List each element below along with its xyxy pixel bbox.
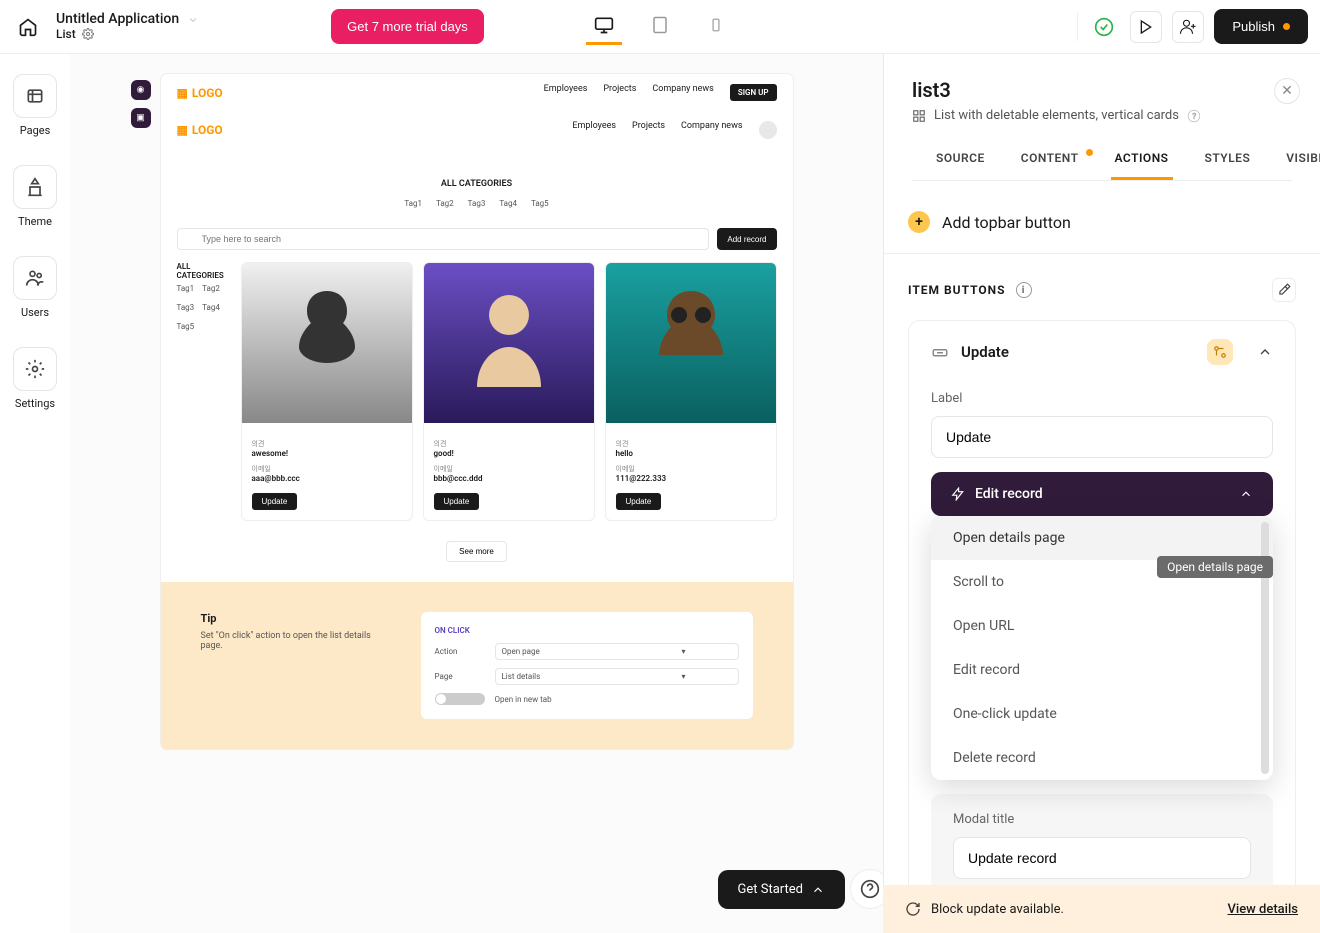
dropdown-item[interactable]: One-click update: [931, 692, 1273, 736]
pages-icon: [25, 86, 45, 106]
label-label: Label: [931, 391, 1273, 406]
app-title: Untitled Application: [56, 12, 179, 27]
newtab-toggle[interactable]: [435, 693, 485, 705]
add-record-button[interactable]: Add record: [717, 228, 776, 250]
view-details-link[interactable]: View details: [1228, 902, 1299, 917]
dropdown-item[interactable]: Open URL: [931, 604, 1273, 648]
info-icon[interactable]: i: [1016, 282, 1032, 298]
nav-users[interactable]: Users: [13, 256, 57, 319]
card-update-button[interactable]: Update: [616, 493, 662, 510]
gear-icon[interactable]: [82, 28, 94, 40]
list-card[interactable]: 의견 good! 이메일 bbb@ccc.ddd Update: [423, 262, 595, 521]
tab-styles[interactable]: STYLES: [1201, 139, 1255, 180]
tab-visibility[interactable]: VISIBILITY: [1282, 139, 1320, 180]
chevron-up-icon: [811, 883, 825, 897]
dropdown-item[interactable]: Delete record: [931, 736, 1273, 780]
help-small-icon[interactable]: ?: [1187, 109, 1201, 123]
help-icon: [860, 879, 880, 899]
label-input[interactable]: [931, 416, 1273, 458]
search-input[interactable]: [177, 228, 710, 250]
micro-nav-2[interactable]: ▣: [131, 108, 151, 128]
avatar[interactable]: [759, 121, 777, 139]
panel-title: list3: [912, 78, 1292, 102]
tag-row: Tag1 Tag2 Tag3 Tag4 Tag5: [161, 199, 793, 208]
settings-icon: [25, 359, 45, 379]
nav-links-1: Employees Projects Company news SIGN UP: [544, 84, 777, 101]
check-icon[interactable]: [1088, 11, 1120, 43]
page-header-1: ▦ LOGO Employees Projects Company news S…: [161, 74, 793, 111]
edit-record-select[interactable]: Edit record: [931, 472, 1273, 516]
page-header-2: ▦ LOGO Employees Projects Company news: [161, 111, 793, 149]
modal-title-input[interactable]: [953, 837, 1251, 879]
workflow-icon[interactable]: [1207, 339, 1233, 365]
brush-icon[interactable]: [1272, 278, 1296, 302]
trial-button[interactable]: Get 7 more trial days: [331, 9, 484, 44]
invite-user-icon[interactable]: [1172, 11, 1204, 43]
play-icon[interactable]: [1130, 11, 1162, 43]
side-tag-header: ALL CATEGORIES: [177, 262, 229, 280]
micro-nav-1[interactable]: ◉: [131, 80, 151, 100]
svg-text:?: ?: [1192, 110, 1196, 120]
grid-icon: [912, 109, 926, 123]
dropdown-item[interactable]: Edit record: [931, 648, 1273, 692]
tip-panel: ON CLICK Action Open page▾ Page List det…: [421, 612, 753, 719]
page-subtitle: List: [56, 28, 76, 41]
all-categories-label: ALL CATEGORIES: [161, 179, 793, 189]
dropdown-item[interactable]: Open details page: [931, 516, 1273, 560]
get-started-button[interactable]: Get Started: [718, 870, 845, 909]
device-mobile-icon[interactable]: [698, 9, 734, 45]
home-icon[interactable]: [12, 11, 44, 43]
nav-settings[interactable]: Settings: [13, 347, 57, 410]
action-select[interactable]: Open page▾: [495, 643, 739, 660]
page-select[interactable]: List details▾: [495, 668, 739, 685]
users-icon: [25, 268, 45, 288]
refresh-icon: [905, 901, 921, 917]
panel-subtitle: List with deletable elements, vertical c…: [934, 108, 1179, 123]
bolt-icon: [951, 487, 965, 501]
see-more-button[interactable]: See more: [446, 541, 507, 562]
device-desktop-icon[interactable]: [586, 9, 622, 45]
nav-pages[interactable]: Pages: [13, 74, 57, 137]
list-card[interactable]: 의견 awesome! 이메일 aaa@bbb.ccc Update: [241, 262, 413, 521]
tip-title: Tip: [201, 612, 381, 625]
list-card[interactable]: 의견 hello 이메일 111@222.333 Update: [605, 262, 777, 521]
plus-icon: +: [908, 211, 930, 233]
button-type-icon: [931, 343, 949, 361]
close-icon[interactable]: ✕: [1274, 78, 1300, 104]
tooltip: Open details page: [1157, 556, 1273, 578]
chevron-down-icon[interactable]: [187, 14, 199, 26]
tip-text: Set "On click" action to open the list d…: [201, 631, 381, 651]
chevron-up-icon: [1239, 487, 1253, 501]
card-update-button[interactable]: Update: [252, 493, 298, 510]
item-button-update[interactable]: Update: [909, 321, 1295, 383]
publish-button[interactable]: Publish: [1214, 9, 1308, 44]
publish-indicator-dot: [1283, 23, 1290, 30]
nav-theme[interactable]: Theme: [13, 165, 57, 228]
section-item-buttons: ITEM BUTTONS: [908, 283, 1006, 297]
tab-content[interactable]: CONTENT: [1017, 139, 1083, 180]
tab-source[interactable]: SOURCE: [932, 139, 989, 180]
chevron-up-icon[interactable]: [1257, 344, 1273, 360]
signup-button[interactable]: SIGN UP: [730, 84, 777, 101]
modal-title-label: Modal title: [953, 812, 1251, 827]
logo-2: ▦ LOGO: [177, 123, 223, 137]
card-update-button[interactable]: Update: [434, 493, 480, 510]
device-tablet-icon[interactable]: [642, 9, 678, 45]
theme-icon: [25, 177, 45, 197]
logo: ▦ LOGO: [177, 86, 223, 100]
update-banner: Block update available. View details: [883, 885, 1320, 933]
tab-actions[interactable]: ACTIONS: [1111, 139, 1173, 180]
add-topbar-button[interactable]: + Add topbar button: [908, 211, 1296, 233]
